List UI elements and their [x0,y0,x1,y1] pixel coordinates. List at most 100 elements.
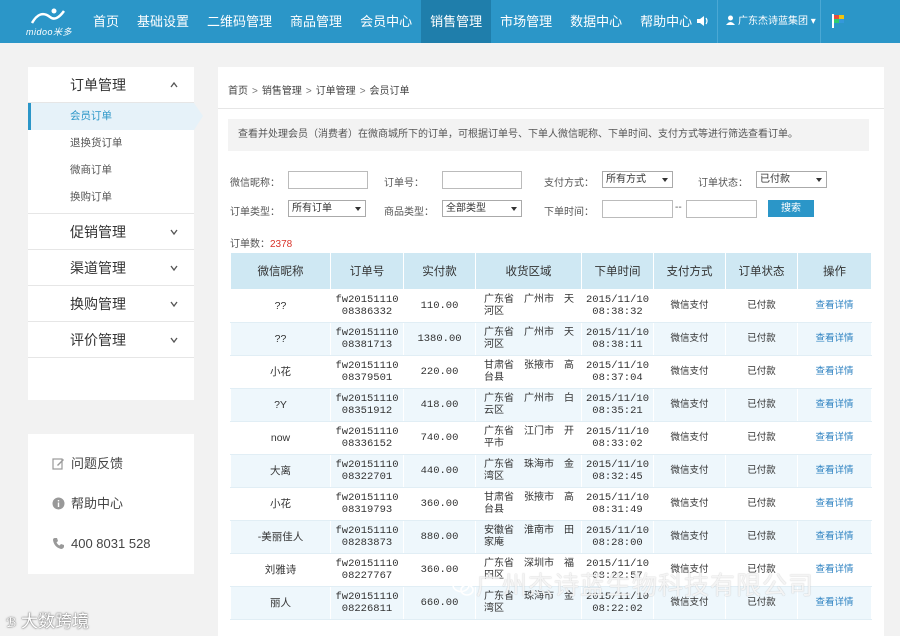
pay-method-select[interactable]: 所有方式 [602,171,673,188]
main-panel: 首页 > 销售管理 > 订单管理 > 会员订单 查看并处理会员（消费者）在微商城所下的订单，… [218,67,884,636]
view-details-link-text: 查看详情 [815,497,854,509]
breadcrumb-orders[interactable]: 订单管理 [316,86,356,97]
flag-icon[interactable] [832,14,844,28]
start-date-input[interactable] [602,200,673,218]
view-details-link[interactable]: 查看详情 [797,289,872,323]
search-button[interactable]: 搜索 [768,200,814,217]
feedback-link[interactable]: 问题反馈 [28,444,194,484]
order-time-cell-text: 08:22:02 [592,603,643,615]
nav-item-5[interactable]: 销售管理 [421,0,492,43]
chevron-down-icon [170,229,178,236]
page-description: 查看并处理会员（消费者）在微商城所下的订单，可根据订单号、下单人微信昵称、下单时… [228,119,869,151]
nickname-cell: now [230,421,331,455]
view-details-link[interactable]: 查看详情 [797,454,872,488]
logo-text: midoo米多 [26,27,73,37]
nav-item-4[interactable]: 会员中心 [351,0,421,43]
sidebar-subitem-2[interactable]: 微商订单 [28,157,194,184]
order-no-cell-text: fw20151110 [335,458,399,471]
status-cell-text: 已付款 [747,398,776,410]
order-no-input[interactable] [442,171,522,189]
region-cell: 甘肃省 张掖市 高台县 [475,355,582,389]
breadcrumb-home[interactable]: 首页 [228,86,248,97]
amount-cell: 220.00 [403,355,476,389]
order-time-cell-text: 2015/11/10 [585,293,649,306]
region-cell-text: 广东省 珠海市 金湾区 [484,458,574,483]
view-details-link[interactable]: 查看详情 [797,520,872,554]
sidebar-group-2[interactable]: 渠道管理 [28,250,194,286]
order-time-cell: 2015/11/10 08:37:04 [581,355,654,389]
speaker-icon[interactable] [696,14,710,28]
status-cell-text: 已付款 [747,431,776,443]
sidebar-group-1[interactable]: 促销管理 [28,214,194,250]
view-details-link[interactable]: 查看详情 [797,322,872,356]
nav-item-0[interactable]: 首页 [84,0,128,43]
view-details-link[interactable]: 查看详情 [797,421,872,455]
status-cell-text: 已付款 [747,530,776,542]
table-row: ?? fw20151110 08386332 110.00 广东省 广州市 天河区 201… [230,289,872,323]
column-header: 收货区域 [475,252,582,290]
source-watermark: ℬ 大数跨境 [6,607,89,632]
sidebar-group-label: 促销管理 [70,224,126,240]
nav-item-3[interactable]: 商品管理 [281,0,351,43]
goods-type-label: 商品类型： [384,207,434,218]
nav-item-7[interactable]: 数据中心 [561,0,631,43]
order-no-cell-text: fw20151110 [335,392,399,405]
column-header: 微信昵称 [230,252,331,290]
order-type-label: 订单类型： [230,207,280,218]
order-no-cell-text: 08386332 [341,306,393,318]
order-type-value: 所有订单 [292,203,332,214]
status-cell: 已付款 [725,322,798,356]
view-details-link[interactable]: 查看详情 [797,355,872,389]
pay-method-cell-text: 微信支付 [670,431,709,443]
order-time-cell-text: 2015/11/10 [585,359,649,372]
phone-row: 400 8031 528 [28,524,194,564]
nickname-cell-text: 小花 [270,497,291,510]
nickname-cell: 小花 [230,355,331,389]
breadcrumb-current: 会员订单 [369,86,410,97]
sidebar-subitem-3[interactable]: 换购订单 [28,184,194,211]
status-select[interactable]: 已付款 [756,171,827,188]
nav-item-2[interactable]: 二维码管理 [198,0,281,43]
nickname-cell-text: 大离 [270,464,291,477]
goods-type-select[interactable]: 全部类型 [442,200,522,217]
order-no-cell-text: 08322701 [341,471,393,483]
column-header: 操作 [797,252,872,290]
order-no-cell-text: fw20151110 [335,557,399,570]
help-center-link[interactable]: 帮助中心 [28,484,194,524]
sidebar-group-4[interactable]: 评价管理 [28,322,194,358]
region-cell: 广东省 江门市 开平市 [475,421,582,455]
amount-cell: 880.00 [403,520,476,554]
user-menu[interactable]: 广东杰诗蓝集团 ▾ [717,0,821,43]
end-date-input[interactable] [686,200,757,218]
source-logo-icon: ℬ [6,615,17,630]
main-nav: 首页 基础设置 二维码管理 商品管理 会员中心 销售管理 市场管理 数据中心 帮助中心 [84,0,701,43]
breadcrumb-sales[interactable]: 销售管理 [262,86,302,97]
nav-item-8[interactable]: 帮助中心 [631,0,701,43]
sidebar-subitem-1[interactable]: 退换货订单 [28,130,194,157]
help-panel: 问题反馈 帮助中心 400 8031 528 [28,434,194,574]
top-navbar: midoo米多 首页 基础设置 二维码管理 商品管理 会员中心 销售管理 市场管理 数据中心帮… [0,0,900,43]
nav-item-6[interactable]: 市场管理 [491,0,561,43]
midoo-logo[interactable]: midoo米多 [26,5,78,37]
pay-method-cell: 微信支付 [653,355,726,389]
table-row: now fw20151110 08336152 740.00 广东省 江门市 开平市 20… [230,421,872,455]
help-center-label: 帮助中心 [71,496,124,511]
sidebar-subitem-0[interactable]: 会员订单 [28,103,203,130]
order-no-cell: fw20151110 08381713 [330,322,404,356]
feedback-label: 问题反馈 [71,456,124,471]
amount-cell-text: 360.00 [420,497,459,510]
view-details-link[interactable]: 查看详情 [797,388,872,422]
nav-item-1[interactable]: 基础设置 [128,0,198,43]
view-details-link[interactable]: 查看详情 [797,487,872,521]
status-cell-text: 已付款 [747,299,776,311]
sidebar-group-0[interactable]: 订单管理 [28,67,194,103]
pay-method-value: 所有方式 [606,174,646,185]
amount-cell: 110.00 [403,289,476,323]
date-separator: -- [675,202,682,213]
amount-cell-text: 740.00 [420,431,459,444]
status-cell: 已付款 [725,421,798,455]
region-cell: 广东省 广州市 天河区 [475,289,582,323]
order-type-select[interactable]: 所有订单 [288,200,366,217]
sidebar-group-3[interactable]: 换购管理 [28,286,194,322]
nickname-input[interactable] [288,171,368,189]
